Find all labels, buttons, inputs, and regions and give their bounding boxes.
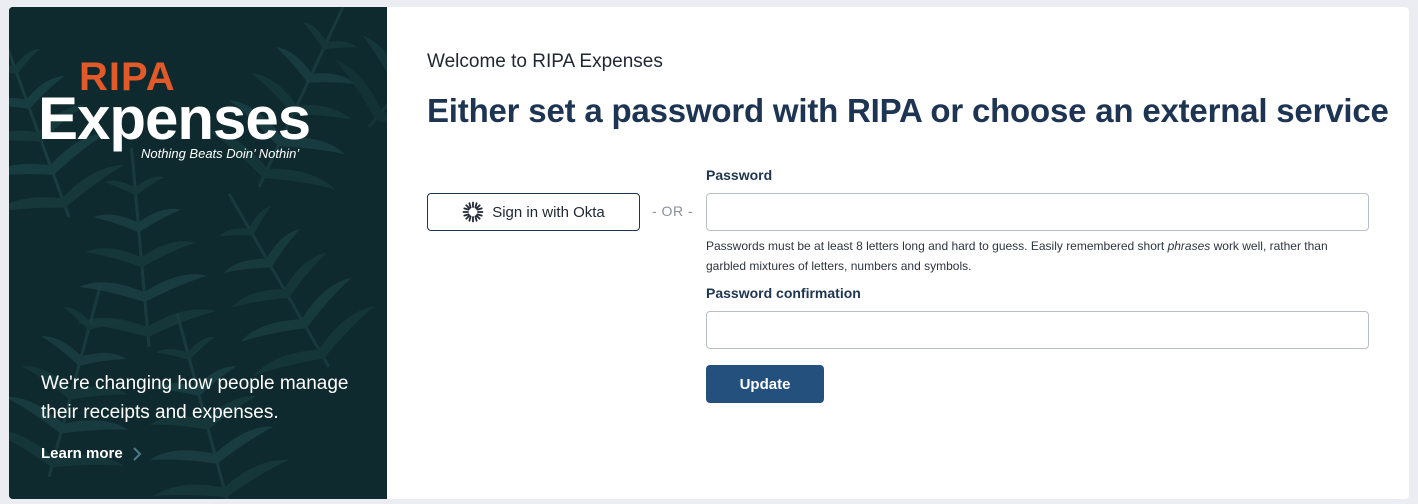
password-confirmation-label: Password confirmation <box>706 285 861 301</box>
welcome-text: Welcome to RIPA Expenses <box>427 51 663 72</box>
password-confirmation-input[interactable] <box>706 311 1369 349</box>
okta-icon <box>462 201 484 223</box>
password-hint: Passwords must be at least 8 letters lon… <box>706 236 1366 276</box>
password-hint-text: Passwords must be at least 8 letters lon… <box>706 239 1168 253</box>
page-title: Either set a password with RIPA or choos… <box>427 92 1389 129</box>
logo-tagline: Nothing Beats Doin’ Nothin’ <box>141 146 300 161</box>
brand-panel: RIPA Expenses Nothing Beats Doin’ Nothin… <box>9 7 387 499</box>
learn-more-link[interactable]: Learn more <box>41 445 142 462</box>
password-label: Password <box>706 167 773 183</box>
learn-more-label: Learn more <box>41 445 123 462</box>
okta-button-label: Sign in with Okta <box>492 203 605 221</box>
okta-signin-button[interactable]: Sign in with Okta <box>427 193 640 231</box>
chevron-right-icon <box>132 446 142 461</box>
brand-description: We're changing how people manage their r… <box>41 373 349 423</box>
signin-card: RIPA Expenses Nothing Beats Doin’ Nothin… <box>9 7 1409 499</box>
password-input[interactable] <box>706 193 1369 231</box>
password-hint-emphasis: phrases <box>1167 239 1211 253</box>
logo-expenses: Expenses <box>38 85 311 152</box>
or-separator: - OR - <box>652 203 694 219</box>
update-button[interactable]: Update <box>706 365 824 403</box>
